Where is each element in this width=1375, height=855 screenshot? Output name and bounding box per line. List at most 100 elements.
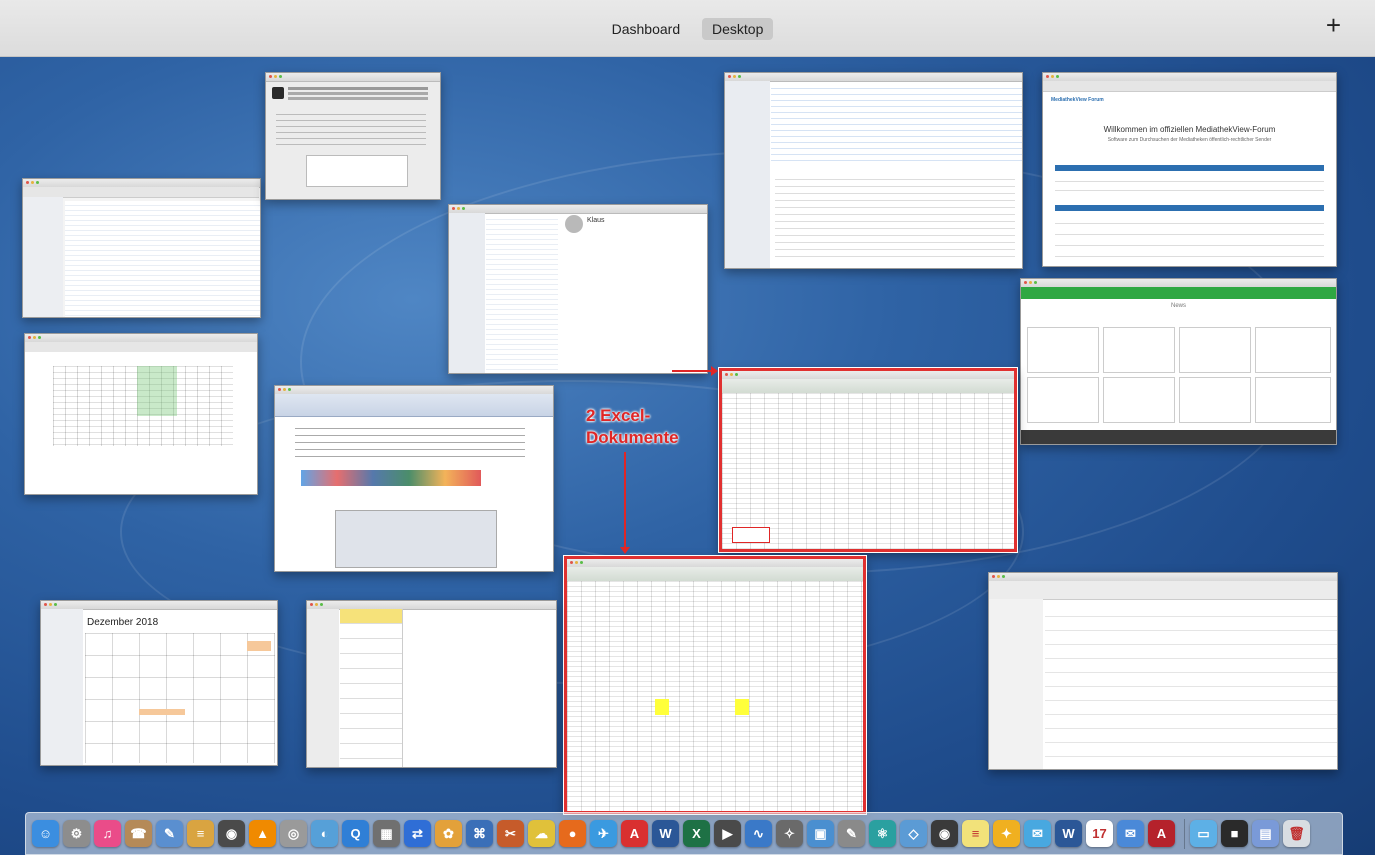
firefox-icon[interactable]: ● [559, 820, 586, 847]
forum-subheading: Software zum Durchsuchen der Mediatheken… [1107, 137, 1272, 143]
activity-monitor-icon[interactable]: ∿ [745, 820, 772, 847]
screenshot-icon[interactable]: ◐ [311, 820, 338, 847]
cloud-icon[interactable]: ☁ [528, 820, 555, 847]
word-document-thumbnail[interactable] [274, 385, 554, 572]
dock-preview-strip [301, 470, 481, 486]
window-titlebar [449, 205, 707, 214]
calculator-icon[interactable]: ▦ [373, 820, 400, 847]
mail-message-list [771, 83, 1022, 165]
tools-icon[interactable]: ✂ [497, 820, 524, 847]
messages-icon[interactable]: ✉ [1024, 820, 1051, 847]
photos-icon[interactable]: ✿ [435, 820, 462, 847]
prefs-options [276, 109, 426, 149]
excel-yellow-cell [735, 699, 749, 715]
table-highlight [137, 366, 177, 416]
trash-icon[interactable]: 🗑 [1283, 820, 1310, 847]
mission-control-bar: Dashboard Desktop + [0, 0, 1375, 57]
space-desktop[interactable]: Desktop [702, 18, 774, 40]
word-icon[interactable]: W [652, 820, 679, 847]
prefs-shortcuts [306, 155, 408, 187]
word-text-lines [295, 422, 525, 462]
downloads-folder-icon[interactable]: ▭ [1190, 820, 1217, 847]
dvd-player-icon[interactable]: ◉ [218, 820, 245, 847]
avatar [565, 215, 583, 233]
mission-control-icon [272, 87, 284, 99]
notes-icon[interactable]: ≡ [187, 820, 214, 847]
notes-window-thumbnail[interactable] [306, 600, 557, 768]
keynote-icon[interactable]: ◇ [900, 820, 927, 847]
dock-separator [1184, 818, 1185, 849]
automator-icon[interactable]: ✧ [776, 820, 803, 847]
finder-sidebar [23, 197, 63, 317]
itunes-sidebar [989, 599, 1043, 769]
spaces-bar: Dashboard Desktop [0, 18, 1375, 40]
window-titlebar [266, 73, 440, 82]
calendar-icon[interactable]: 17 [1086, 820, 1113, 847]
mail-inbox-window-thumbnail[interactable] [724, 72, 1023, 269]
calendar-event [247, 641, 271, 651]
calendar-event [139, 709, 185, 715]
excel-window-2-thumbnail[interactable] [564, 556, 866, 814]
word-doc-icon[interactable]: W [1055, 820, 1082, 847]
space-dashboard[interactable]: Dashboard [602, 18, 691, 40]
app-toolbar [25, 342, 257, 352]
preview-icon[interactable]: ✎ [156, 820, 183, 847]
dock-stacks: ▭ ■ ▤ 🗑 [1190, 820, 1314, 847]
add-space-button[interactable]: + [1326, 10, 1341, 40]
calendar-month-title: Dezember 2018 [87, 617, 159, 628]
imovie-icon[interactable]: ▶ [714, 820, 741, 847]
itunes-icon[interactable]: ♫ [94, 820, 121, 847]
compass-icon[interactable]: ✦ [993, 820, 1020, 847]
excel-icon[interactable]: X [683, 820, 710, 847]
mail-message-list [486, 215, 558, 373]
finder-window-thumbnail[interactable] [22, 178, 261, 318]
document-stack-icon[interactable]: ▤ [1252, 820, 1279, 847]
finder-icon[interactable]: ☺ [32, 820, 59, 847]
news-window-thumbnail[interactable]: News [1020, 278, 1337, 445]
display-icon[interactable]: ■ [1221, 820, 1248, 847]
forum-heading: Willkommen im offiziellen MediathekView-… [1103, 125, 1276, 134]
annotation-line-2: Dokumente [586, 428, 679, 447]
wifi-icon[interactable]: ◉ [931, 820, 958, 847]
annotation-arrow-down [620, 452, 630, 554]
forum-topics [1055, 213, 1324, 263]
contacts-icon[interactable]: ☎ [125, 820, 152, 847]
safari-icon[interactable]: ✈ [590, 820, 617, 847]
notes-list [340, 609, 403, 767]
vlc-icon[interactable]: ▲ [249, 820, 276, 847]
mission-control-prefs-thumbnail[interactable] [265, 72, 441, 200]
forum-browser-thumbnail[interactable]: MediathekView Forum Willkommen im offizi… [1042, 72, 1337, 267]
dock: ☺ ⚙ ♫ ☎ ✎ ≡ ◉ ▲ ◎ ◐ Q ▦ ⇄ ✿ ⌘ ✂ ☁ ● ✈ A W X ▶ ∿ ✧ ▣ ✎ ⚛ ◇ ◉ ≡ ✦ ✉ W 17 ✉ A ▭… [25, 812, 1343, 855]
prefs-description [288, 87, 428, 90]
teamviewer-icon[interactable]: ⇄ [404, 820, 431, 847]
forum-section-header [1055, 165, 1324, 171]
spreadsheet-small-thumbnail[interactable] [24, 333, 258, 495]
disk-utility-icon[interactable]: ◎ [280, 820, 307, 847]
browser-toolbar [1043, 81, 1336, 92]
atom-icon[interactable]: ⚛ [869, 820, 896, 847]
stickies-icon[interactable]: ≡ [962, 820, 989, 847]
excel-note-box [732, 527, 770, 543]
quicktime-icon[interactable]: Q [342, 820, 369, 847]
excel-sheet-grid [567, 581, 863, 811]
excel-yellow-cell [655, 699, 669, 715]
itunes-window-thumbnail[interactable] [988, 572, 1338, 770]
calendar-window-thumbnail[interactable]: Dezember 2018 [40, 600, 278, 766]
acrobat-icon[interactable]: A [621, 820, 648, 847]
forum-brand: MediathekView Forum [1051, 97, 1104, 103]
news-title: News [1170, 303, 1186, 309]
acrobat-reader-icon[interactable]: A [1148, 820, 1175, 847]
network-icon[interactable]: ⌘ [466, 820, 493, 847]
itunes-track-list [1045, 603, 1337, 769]
photo-booth-icon[interactable]: ✎ [838, 820, 865, 847]
mail-icon[interactable]: ✉ [1117, 820, 1144, 847]
mail-window-thumbnail[interactable]: Klaus [448, 204, 708, 374]
notes-folders [307, 609, 339, 767]
image-capture-icon[interactable]: ▣ [807, 820, 834, 847]
embedded-screenshot [335, 510, 497, 568]
excel-annotation: 2 Excel- Dokumente [586, 405, 696, 449]
mail-sender: Klaus [587, 217, 605, 224]
excel-window-1-thumbnail[interactable] [719, 368, 1017, 552]
itunes-toolbar [989, 581, 1337, 600]
system-preferences-icon[interactable]: ⚙ [63, 820, 90, 847]
